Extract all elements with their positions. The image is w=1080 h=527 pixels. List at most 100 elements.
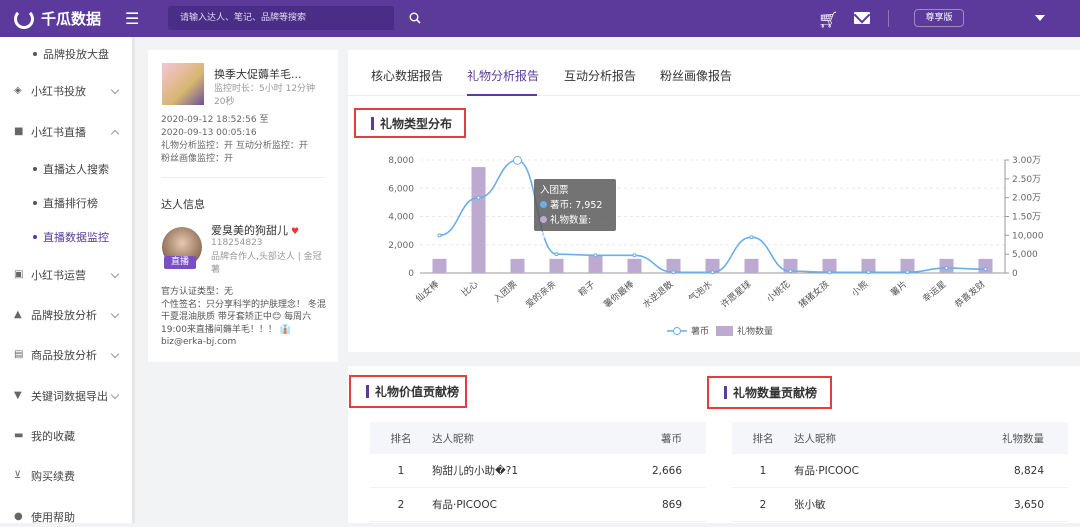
- divider: [161, 177, 325, 178]
- cell-name: 张小敏: [794, 499, 826, 511]
- header-name: 达人昵称: [794, 432, 836, 445]
- sidebar-item-label: 我的收藏: [31, 430, 75, 443]
- search-box: [168, 6, 436, 30]
- x-tick-label: 入团票: [492, 279, 520, 305]
- sidebar-item-xhs-ads[interactable]: ◈ 小红书投放: [0, 81, 130, 101]
- line-point: [866, 270, 871, 275]
- bar: [549, 258, 564, 273]
- x-tick-label: 爱的亲亲: [523, 278, 558, 310]
- chevron-down-icon: [110, 85, 120, 95]
- video-icon: ■: [14, 126, 24, 137]
- app-title: 千瓜数据: [41, 10, 102, 28]
- sidebar-item-label: 小红书投放: [31, 85, 86, 98]
- table-row[interactable]: 1 有品·PICOOC 8,824: [732, 454, 1068, 488]
- header-name: 达人昵称: [432, 432, 474, 445]
- tooltip-coin: 薯币: 7,952: [540, 198, 610, 213]
- sidebar-item-label: 购买续费: [31, 470, 75, 483]
- value-rank-table: 排名 达人昵称 薯币 1 狗甜儿的小助�?1 2,666 2 有品·PICOOC 869: [370, 422, 706, 522]
- mail-icon[interactable]: [854, 12, 870, 24]
- live-title[interactable]: 换季大促薅羊毛...: [214, 66, 302, 82]
- help-icon: ●: [14, 511, 23, 522]
- y-right-tick-label: 2.00万: [1012, 194, 1041, 204]
- y-left-tick-label: 4,000: [388, 213, 414, 223]
- dot-icon: [540, 201, 547, 208]
- sidebar-item-label: 关键词数据导出: [31, 390, 108, 403]
- table-row[interactable]: 1 狗甜儿的小助�?1 2,666: [370, 454, 706, 488]
- streamer-id: 118254823: [211, 238, 263, 248]
- x-tick-label: 比心: [459, 278, 481, 299]
- line-point: [788, 269, 793, 274]
- sidebar-item-live-search[interactable]: 直播达人搜索: [0, 159, 130, 179]
- chevron-down-icon: [110, 309, 120, 319]
- cart-icon[interactable]: 🛒︎: [818, 10, 838, 29]
- sidebar-item-label: 小红书运营: [31, 269, 86, 282]
- sidebar-item-goods-analysis[interactable]: ▤ 商品投放分析: [0, 345, 130, 365]
- menu-toggle-icon[interactable]: ☰: [125, 9, 143, 28]
- goods-icon: ▤: [14, 349, 24, 360]
- bio-line: 官方认证类型：无: [161, 287, 234, 297]
- bullet-icon: [33, 167, 37, 171]
- table-header: 排名 达人昵称 礼物数量: [732, 422, 1068, 454]
- tooltip-title: 入团票: [540, 185, 569, 196]
- sidebar-item-xhs-live[interactable]: ■ 小红书直播: [0, 122, 130, 142]
- tab-interaction-analysis[interactable]: 互动分析报告: [564, 67, 636, 84]
- table-row[interactable]: 2 张小敏 3,650: [732, 488, 1068, 522]
- streamer-tags: 品牌合作人,头部达人 | 金冠薯: [211, 252, 322, 275]
- sidebar-item-brand-analysis[interactable]: ▲ 品牌投放分析: [0, 305, 130, 325]
- sidebar-item-keyword-export[interactable]: ▼ 关键词数据导出: [0, 386, 130, 406]
- duration-text-2: 20秒: [214, 97, 235, 107]
- bio-line: 19:00来直播间薅羊毛！！！ 👔: [161, 324, 292, 335]
- header-coin: 薯币: [661, 432, 682, 445]
- streamer-name-text: 爱臭美的狗甜儿: [211, 224, 288, 237]
- chevron-down-icon[interactable]: [1035, 15, 1045, 21]
- line-point: [513, 155, 522, 165]
- chevron-up-icon: [110, 129, 120, 139]
- sidebar-item-label: 小红书直播: [31, 126, 86, 139]
- sidebar-item-live-rank[interactable]: 直播排行榜: [0, 193, 130, 213]
- x-tick-label: 许愿星球: [718, 278, 753, 310]
- bar: [471, 167, 486, 273]
- duration-text: 监控时长：5小时 12分钟: [214, 84, 316, 94]
- legend-line-marker: [673, 327, 681, 335]
- legend-label: 礼物数量: [737, 325, 773, 337]
- tooltip-coin-text: 薯币: 7,952: [550, 200, 603, 211]
- bio-line: 干夏混油肤质 带牙套矫正中😊 每周六: [161, 312, 312, 322]
- streamer-name[interactable]: 爱臭美的狗甜儿 ♥: [211, 222, 299, 238]
- title-bar: [366, 385, 369, 398]
- tab-core-data[interactable]: 核心数据报告: [371, 67, 443, 84]
- line-point: [905, 270, 910, 275]
- live-thumbnail[interactable]: [162, 63, 204, 105]
- vip-badge[interactable]: 尊享版: [914, 9, 964, 27]
- y-right-tick-label: 1.50万: [1012, 213, 1041, 223]
- cube-icon: ◈: [14, 85, 22, 96]
- sidebar-item-live-monitor[interactable]: 直播数据监控: [0, 227, 130, 247]
- table-row[interactable]: 2 有品·PICOOC 869: [370, 488, 706, 522]
- x-tick-label: 薯你最棒: [601, 278, 636, 310]
- section-title-count-rank: 礼物数量贡献榜: [707, 376, 832, 409]
- sidebar-item-xhs-ops[interactable]: ▣ 小红书运营: [0, 265, 130, 285]
- bar: [939, 258, 954, 273]
- search-button[interactable]: [394, 6, 436, 30]
- bar: [744, 258, 759, 273]
- legend-label: 薯币: [691, 325, 709, 337]
- header-rank: 排名: [390, 432, 412, 445]
- tab-gift-analysis[interactable]: 礼物分析报告: [467, 67, 539, 84]
- sidebar-item-purchase[interactable]: ⊻ 购买续费: [0, 466, 130, 486]
- search-input[interactable]: [168, 6, 394, 30]
- sidebar-item-help[interactable]: ● 使用帮助: [0, 507, 130, 527]
- download-icon: ▼: [14, 390, 22, 401]
- x-tick-label: 幸运星: [921, 279, 949, 305]
- sidebar-item-brand-overview[interactable]: 品牌投放大盘: [0, 44, 130, 64]
- y-left-tick-label: 8,000: [388, 156, 414, 166]
- logo[interactable]: 千瓜数据: [14, 8, 101, 29]
- sidebar-item-favorites[interactable]: ▬ 我的收藏: [0, 426, 130, 446]
- tab-fans-profile[interactable]: 粉丝画像报告: [660, 67, 732, 84]
- bullet-icon: [33, 235, 37, 239]
- monitor-status-1: 礼物分析监控：开 互动分析监控：开: [161, 141, 308, 151]
- sidebar-item-label: 直播数据监控: [43, 231, 109, 244]
- gift-type-chart: 0 2,000 4,000 6,000 8,000 0 5,000 10,000 1.50万 2.…: [388, 155, 1044, 337]
- line-point: [632, 253, 637, 258]
- cell-value: 8,824: [1013, 464, 1044, 477]
- line-point: [710, 270, 715, 275]
- bio-line: 个性签名：只分享科学的护肤理念！ 冬混: [161, 299, 326, 310]
